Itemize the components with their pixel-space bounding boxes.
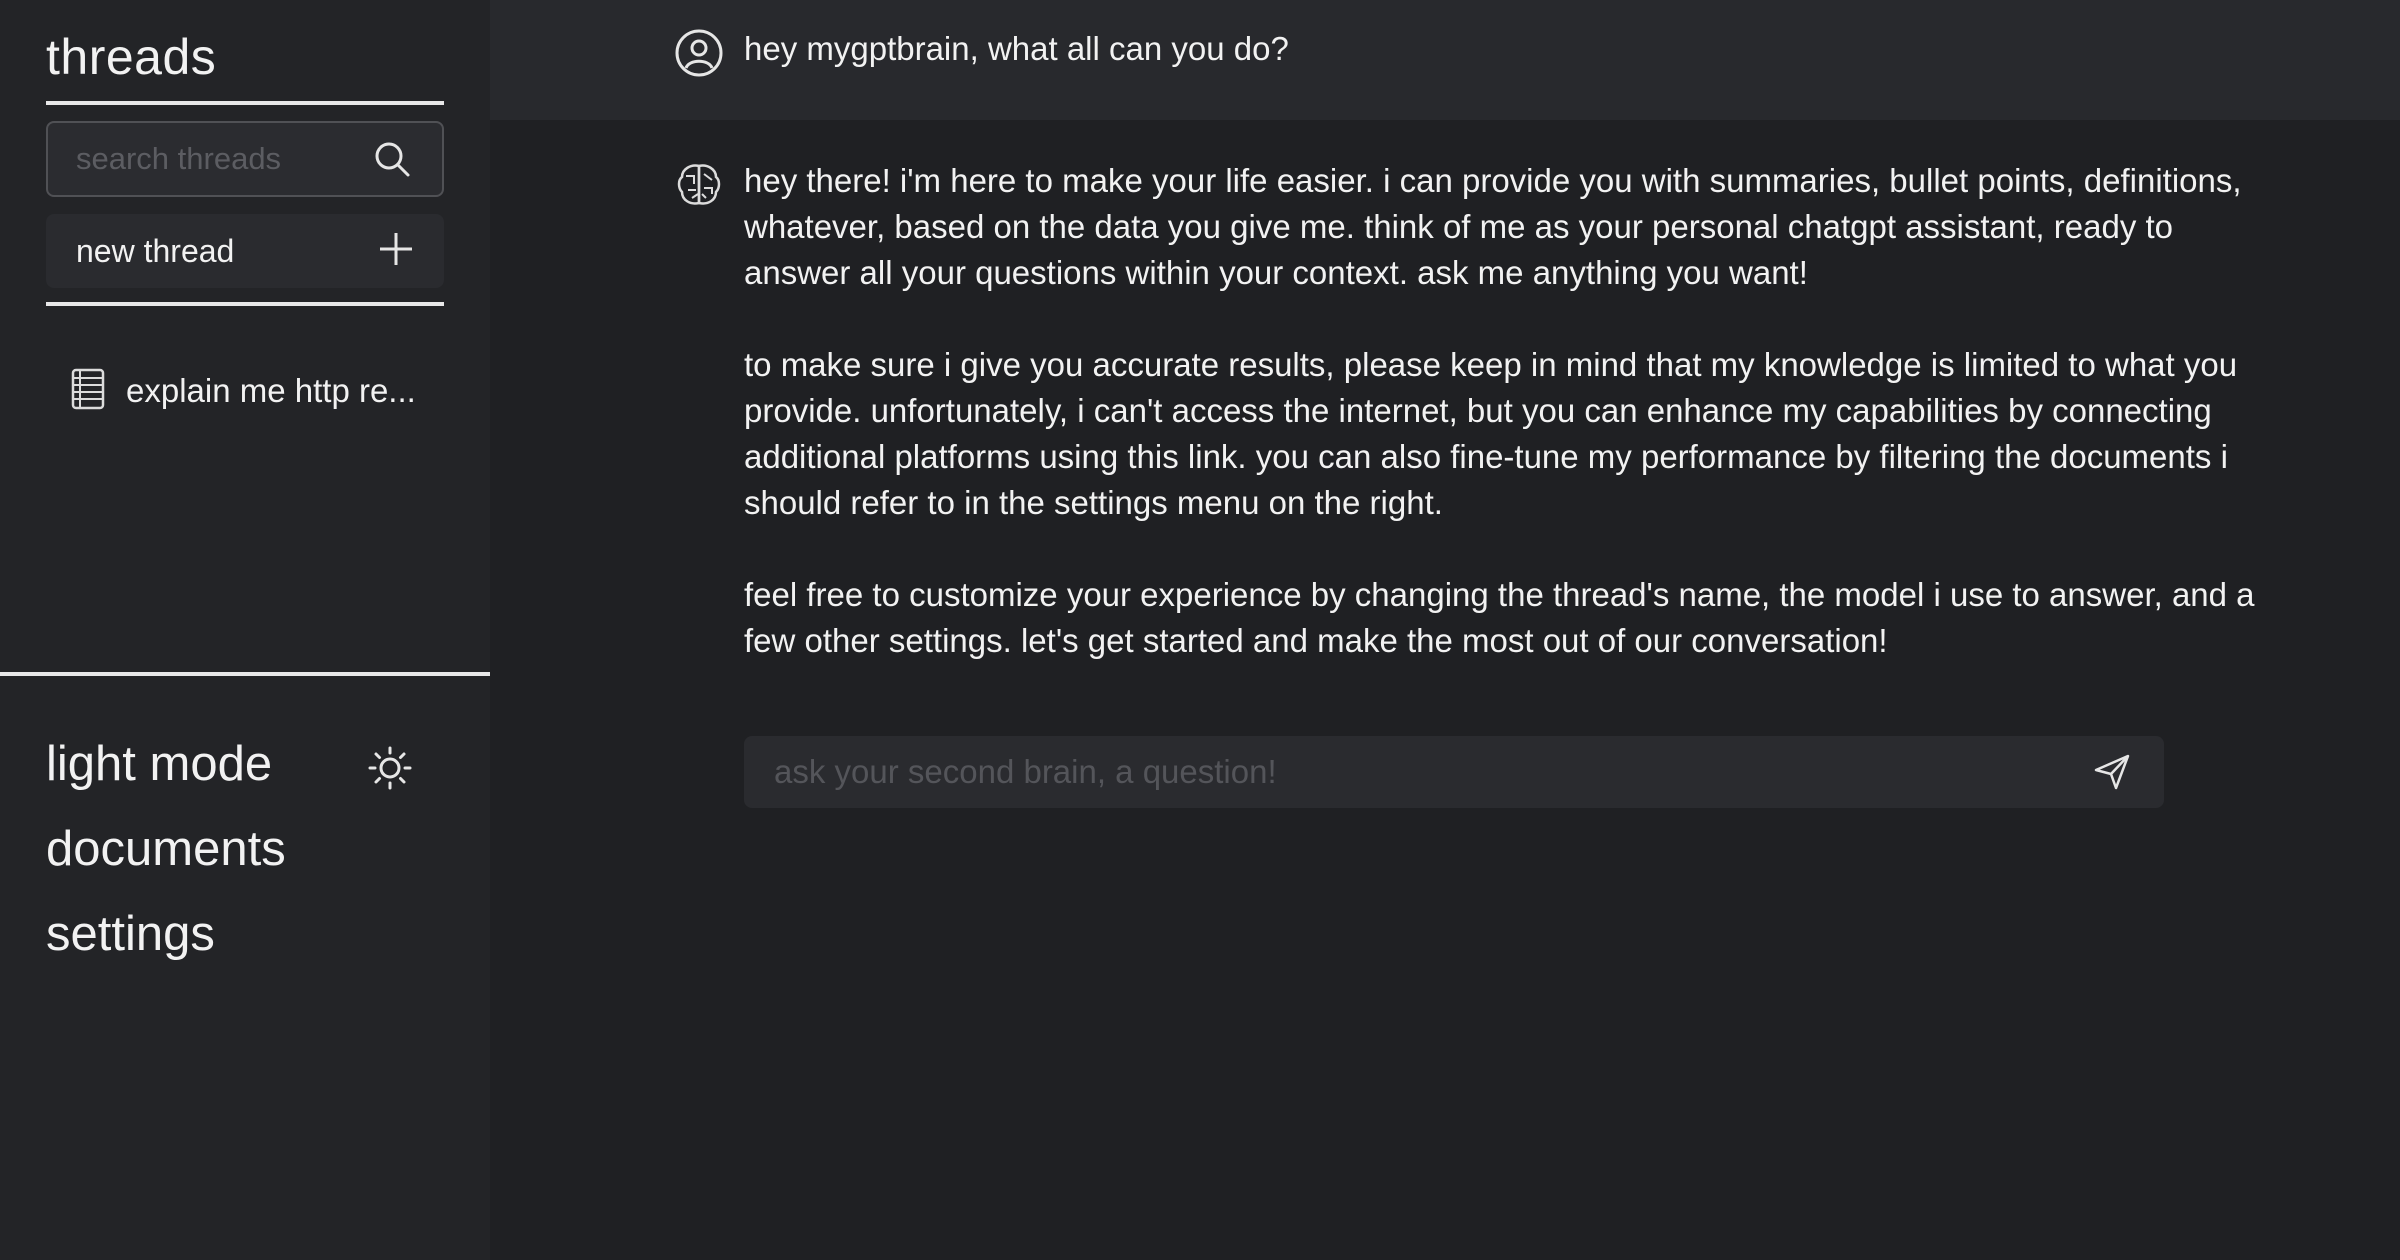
search-threads-input[interactable] [76, 141, 370, 177]
settings-link[interactable]: settings [46, 906, 215, 962]
new-thread-label: new thread [76, 232, 235, 269]
brain-icon [674, 160, 724, 210]
thread-search-box[interactable] [46, 121, 444, 197]
sidebar-menu-divider [0, 672, 490, 676]
user-message-text: hey mygptbrain, what all can you do? [744, 30, 1289, 67]
user-message-row: hey mygptbrain, what all can you do? [490, 0, 2400, 120]
assistant-paragraph: feel free to customize your experience b… [744, 576, 2255, 659]
thread-label: explain me http re... [126, 372, 416, 409]
user-avatar-icon [674, 28, 724, 78]
send-icon[interactable] [2090, 750, 2134, 794]
assistant-paragraph: to make sure i give you accurate results… [744, 346, 2238, 521]
document-stack-icon [68, 367, 108, 416]
documents-link[interactable]: documents [46, 821, 286, 877]
ask-input[interactable] [774, 753, 2090, 791]
chat-panel: hey mygptbrain, what all can you do? hey… [490, 0, 2400, 1260]
message-composer[interactable] [744, 736, 2164, 808]
sun-icon[interactable] [364, 742, 416, 794]
sidebar: threads new thread [0, 0, 490, 1260]
light-mode-toggle[interactable]: light mode [46, 736, 272, 792]
thread-item[interactable]: explain me http re... [68, 366, 448, 416]
assistant-paragraph: hey there! i'm here to make your life ea… [744, 162, 2242, 291]
plus-icon [378, 231, 414, 272]
new-thread-button[interactable]: new thread [46, 214, 444, 288]
search-icon[interactable] [370, 137, 414, 181]
assistant-message: hey there! i'm here to make your life ea… [744, 158, 2264, 710]
threads-divider [46, 302, 444, 306]
sidebar-title: threads [46, 29, 217, 85]
title-underline [46, 101, 444, 105]
